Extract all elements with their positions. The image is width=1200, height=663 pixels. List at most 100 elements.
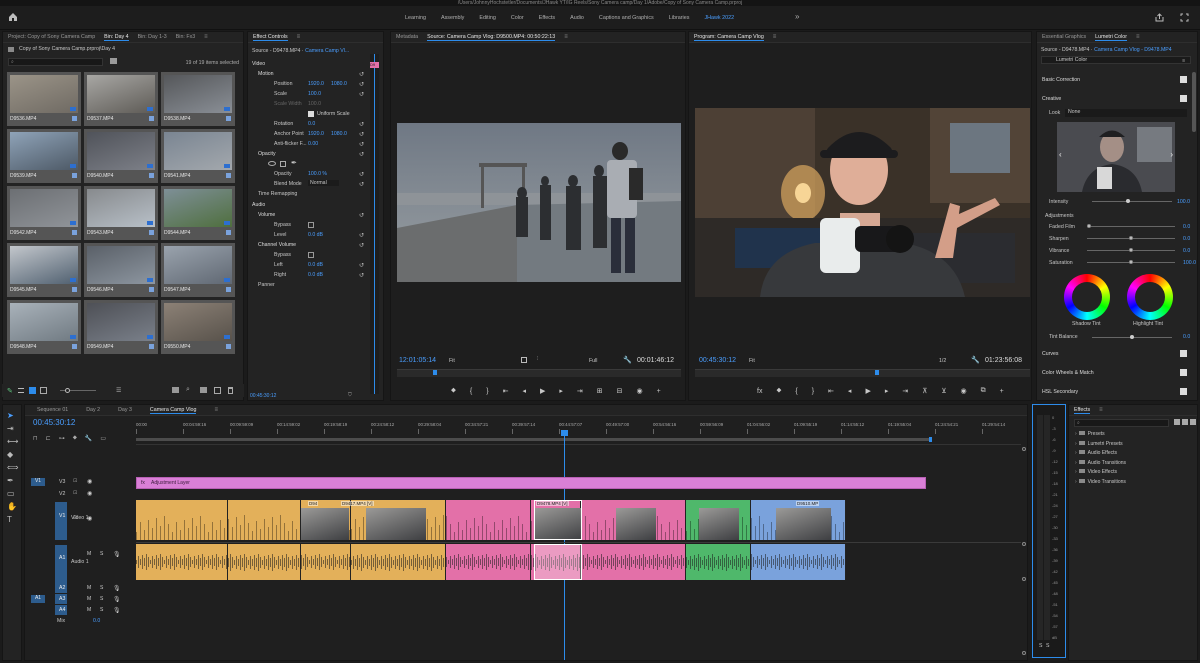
audio-clip[interactable] [301,544,351,580]
meter-solo-left[interactable]: S [1039,643,1042,649]
reset-icon[interactable]: ↺ [359,272,364,279]
linked-select-icon[interactable]: ⊶ [59,435,65,443]
sort-icon[interactable]: ☰ [116,387,121,394]
yuv-icon[interactable] [1190,419,1196,425]
add-marker-icon[interactable]: ⬥ [451,387,456,395]
reset-icon[interactable]: ↺ [359,91,364,98]
reset-icon[interactable]: ↺ [359,171,364,178]
program-video-frame[interactable] [695,108,1030,297]
reset-icon[interactable]: ↺ [359,232,364,239]
compare-icon[interactable]: ⧉ [981,387,986,395]
ec-volume[interactable]: Volume [258,212,275,218]
color-wheels-checkbox[interactable] [1180,369,1187,376]
panel-menu-icon[interactable]: ≡ [214,407,218,413]
ec-opacity[interactable]: Opacity [258,151,276,157]
eye-icon[interactable]: ◉ [87,515,92,522]
track-select-icon[interactable]: ⇥ [7,424,14,433]
panel-menu-icon[interactable]: ≡ [1136,34,1140,40]
fx-icon[interactable]: fx [757,388,762,395]
nest-icon[interactable]: ⊏ [46,435,51,443]
selected-audio-outline[interactable] [534,544,582,580]
export-frame-icon[interactable]: ◉ [637,387,643,395]
sync-lock-icon[interactable]: ⊡ [73,490,77,496]
clip-thumbnail[interactable]: D9549.MP4 [84,300,158,354]
wrench-icon[interactable]: 🔧 [971,356,980,364]
reset-icon[interactable]: ↺ [359,262,364,269]
step-forward-icon[interactable]: ▸ [559,387,563,395]
clip-label-swatch[interactable] [226,116,231,121]
mark-out-icon[interactable]: } [486,388,488,395]
step-back-icon[interactable]: ◂ [522,387,526,395]
sync-lock-icon[interactable]: ⊡ [73,515,77,521]
tab-effects[interactable]: Effects [1074,407,1091,414]
clip-label-swatch[interactable] [226,287,231,292]
mute-button[interactable]: M [87,551,91,557]
solo-button[interactable]: S [100,551,103,557]
snap-icon[interactable]: ⊓ [33,435,38,443]
fullscreen-icon[interactable] [1180,13,1189,22]
effects-folder[interactable]: › Video Effects [1075,469,1117,477]
video-clip[interactable] [446,500,531,540]
project-tab-0[interactable]: Project: Copy of Sony Camera Camp [8,34,95,40]
tab-effect-controls[interactable]: Effect Controls [253,34,288,41]
go-to-out-icon[interactable]: ⇥ [577,387,583,395]
audio-clip[interactable] [136,544,228,580]
tint-balance-handle[interactable] [1130,335,1134,339]
audio-clip[interactable] [446,544,531,580]
clip-label-swatch[interactable] [72,230,77,235]
ec-level-value[interactable]: 0.0 dB [308,232,323,238]
source-playhead[interactable] [433,370,437,375]
basic-correction-header[interactable]: Basic Correction [1042,77,1080,83]
clip-label-swatch[interactable] [149,287,154,292]
lumetri-saturation-slider[interactable] [1087,260,1175,264]
program-resolution-dropdown[interactable]: 1/2 [939,358,960,364]
mark-in-icon[interactable]: { [470,388,472,395]
lumetri-saturation-value[interactable]: 100.0 [1183,260,1196,266]
reset-icon[interactable]: ↺ [359,81,364,88]
look-dropdown[interactable]: None [1065,109,1187,117]
ec-rotation-value[interactable]: 0.0 [308,121,315,127]
meter-solo-right[interactable]: S [1046,643,1049,649]
ellipse-mask-icon[interactable] [268,161,276,166]
timeline-tab-1[interactable]: Day 2 [86,407,100,413]
solo-button[interactable]: S [100,585,103,591]
filter-icon[interactable]: ⛉ [348,392,352,399]
add-button-icon[interactable]: + [1000,388,1004,395]
slider-handle[interactable] [1129,260,1133,264]
solo-button[interactable]: S [100,607,103,613]
mic-icon[interactable]: 🎙 [113,585,121,592]
clip-thumbnail[interactable]: D9547.MP4 [161,243,235,297]
audio-clip[interactable] [581,544,686,580]
hsl-secondary-header[interactable]: HSL Secondary [1042,389,1078,395]
step-back-icon[interactable]: ◂ [848,387,852,395]
clip-label-swatch[interactable] [226,344,231,349]
lumetri-effect-dropdown[interactable]: Lumetri Color [1041,56,1191,64]
workspace-jhawk-2022[interactable]: JHawk 2022 [704,15,734,21]
reset-icon[interactable]: ↺ [359,151,364,158]
panel-menu-icon[interactable]: ≡ [564,34,568,40]
tab-source[interactable]: Source: Camera Camp Vlog: D9500.MP4: 00:… [427,34,556,41]
export-frame-icon[interactable]: ◉ [960,387,966,395]
mic-icon[interactable]: 🎙 [113,551,121,558]
creative-header[interactable]: Creative [1042,96,1061,102]
reset-icon[interactable]: ↺ [359,212,364,219]
icon-view-icon[interactable] [29,387,36,394]
ec-right-value[interactable]: 0.0 dB [308,272,323,278]
mute-button[interactable]: M [87,596,91,602]
more-workspaces-icon[interactable]: » [795,12,799,21]
tab-metadata[interactable]: Metadata [396,34,418,40]
lumetri-faded-value[interactable]: 0.0 [1183,224,1190,230]
clip-label-swatch[interactable] [149,173,154,178]
slider-handle[interactable] [1087,224,1091,228]
tint-balance-value[interactable]: 0.0 [1183,334,1190,340]
mark-out-icon[interactable]: } [812,388,814,395]
selection-tool-icon[interactable]: ➤ [7,411,14,420]
share-icon[interactable] [1155,13,1164,22]
overwrite-icon[interactable]: ⊟ [617,387,623,395]
clip-label-swatch[interactable] [149,116,154,121]
trash-icon[interactable] [228,387,233,394]
workspace-libraries[interactable]: Libraries [669,15,690,21]
panel-menu-icon[interactable]: ≡ [297,34,301,40]
program-scrub-bar[interactable] [695,369,1030,377]
bypass2-checkbox[interactable] [308,252,314,258]
